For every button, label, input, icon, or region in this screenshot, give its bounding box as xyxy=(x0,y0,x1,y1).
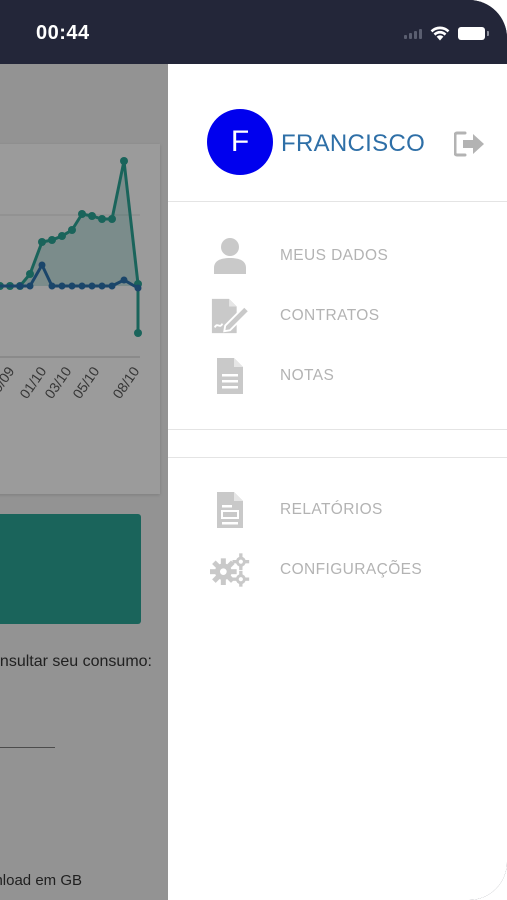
menu-item-configuracoes[interactable]: CONFIGURAÇÕES xyxy=(168,540,507,600)
menu-label: NOTAS xyxy=(280,367,335,384)
menu-item-contratos[interactable]: CONTRATOS xyxy=(168,286,507,346)
avatar[interactable]: F xyxy=(207,109,273,175)
navigation-drawer: F FRANCISCO MEUS DADOS CONTRATOS NOTAS R… xyxy=(168,64,507,900)
contract-icon xyxy=(210,296,250,336)
profile-header: F FRANCISCO xyxy=(168,64,507,202)
drawer-backdrop[interactable] xyxy=(0,64,168,900)
menu-item-meus-dados[interactable]: MEUS DADOS xyxy=(168,226,507,286)
menu-secondary: RELATÓRIOS CONFIGURAÇÕES xyxy=(168,480,507,600)
divider xyxy=(168,457,507,458)
report-icon xyxy=(210,490,250,530)
status-bar: 00:44 xyxy=(0,0,507,64)
phone-screen: 00:44 29/09 01/10 03/10 05/10 08/10 nsul… xyxy=(0,0,507,900)
menu-item-relatorios[interactable]: RELATÓRIOS xyxy=(168,480,507,540)
menu-label: CONTRATOS xyxy=(280,307,380,324)
status-time: 00:44 xyxy=(36,22,90,44)
menu-primary: MEUS DADOS CONTRATOS NOTAS xyxy=(168,226,507,406)
menu-label: RELATÓRIOS xyxy=(280,501,383,518)
user-name: FRANCISCO xyxy=(281,130,426,157)
logout-icon[interactable] xyxy=(454,131,486,157)
divider xyxy=(168,429,507,430)
battery-icon xyxy=(458,26,489,40)
wifi-icon xyxy=(430,26,450,40)
menu-item-notas[interactable]: NOTAS xyxy=(168,346,507,406)
signal-icon xyxy=(404,27,422,39)
document-icon xyxy=(210,356,250,396)
menu-label: CONFIGURAÇÕES xyxy=(280,561,423,578)
gears-icon xyxy=(210,550,250,590)
menu-label: MEUS DADOS xyxy=(280,247,389,264)
user-icon xyxy=(210,236,250,276)
status-icons xyxy=(404,24,489,42)
